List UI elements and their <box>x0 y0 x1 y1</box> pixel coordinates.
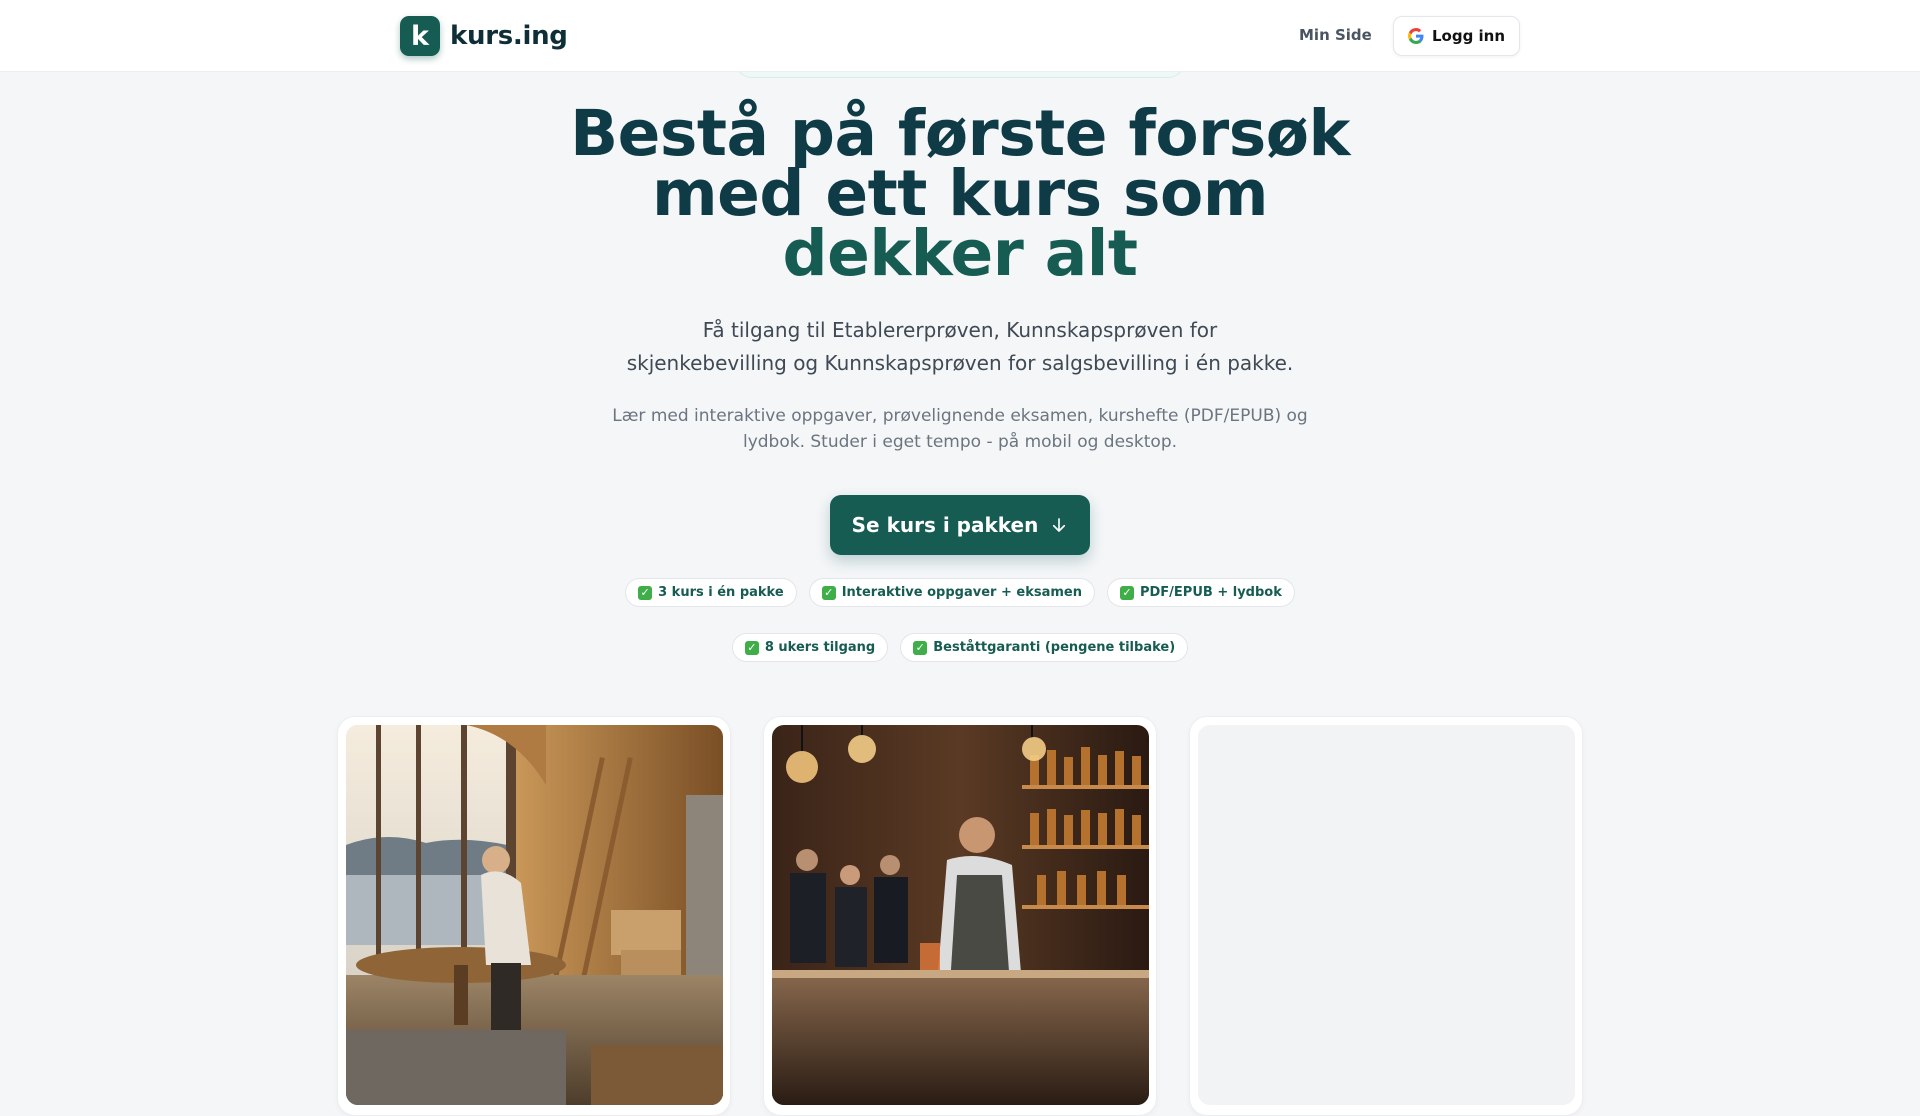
feature-badges: ✓ 3 kurs i én pakke ✓ Interaktive oppgav… <box>560 578 1360 662</box>
feature-badge: ✓ 3 kurs i én pakke <box>625 578 797 607</box>
hero-title-line2: med ett kurs som <box>652 157 1268 230</box>
nav-min-side[interactable]: Min Side <box>1299 26 1372 44</box>
check-icon: ✓ <box>744 640 759 655</box>
course-image-placeholder <box>1198 725 1575 1105</box>
login-button[interactable]: Logg inn <box>1393 16 1520 56</box>
hero-description-line2: lydbok. Studer i eget tempo - på mobil o… <box>742 432 1178 452</box>
site-header: k kurs.ing Min Side Logg inn <box>0 0 1920 72</box>
feature-badge: ✓ 8 ukers tilgang <box>731 633 889 662</box>
badge-label: Interaktive oppgaver + eksamen <box>841 585 1082 600</box>
logo-mark: k <box>400 16 440 56</box>
logo-text: kurs.ing <box>450 21 568 51</box>
hero-subtitle: Få tilgang til Etablererprøven, Kunnskap… <box>610 314 1310 380</box>
course-card-skjenkebevilling[interactable] <box>763 716 1157 1116</box>
check-icon: ✓ <box>821 585 836 600</box>
course-image-bar <box>772 725 1149 1105</box>
check-icon: ✓ <box>913 640 928 655</box>
feature-badge: ✓ Beståttgaranti (pengene tilbake) <box>900 633 1189 662</box>
arrow-down-icon <box>1053 518 1066 532</box>
feature-badge: ✓ PDF/EPUB + lydbok <box>1106 578 1295 607</box>
hero-title: Bestå på første forsøk med ett kurs som … <box>0 97 1920 290</box>
feature-badge: ✓ Interaktive oppgaver + eksamen <box>808 578 1095 607</box>
badge-label: PDF/EPUB + lydbok <box>1139 585 1282 600</box>
hero-title-line3: dekker alt <box>782 217 1138 290</box>
badge-label: 8 ukers tilgang <box>764 640 876 655</box>
hero-description: Lær med interaktive oppgaver, prøveligne… <box>610 403 1310 455</box>
badge-label: 3 kurs i én pakke <box>658 585 784 600</box>
logo[interactable]: k kurs.ing <box>400 16 568 56</box>
course-card-salgsbevilling[interactable] <box>1189 716 1583 1116</box>
check-icon: ✓ <box>1119 585 1134 600</box>
google-icon <box>1407 28 1424 44</box>
hero-subtitle-line2: skjenkebevilling og Kunnskapsprøven for … <box>626 351 1294 375</box>
login-label: Logg inn <box>1431 27 1506 45</box>
course-image-restaurant <box>346 725 723 1105</box>
check-icon: ✓ <box>638 585 653 600</box>
course-card-etablerer[interactable] <box>337 716 731 1116</box>
see-courses-button[interactable]: Se kurs i pakken <box>830 495 1090 555</box>
cta-label: Se kurs i pakken <box>851 513 1039 537</box>
hero-subtitle-line1: Få tilgang til Etablererprøven, Kunnskap… <box>702 318 1218 342</box>
hero-description-line1: Lær med interaktive oppgaver, prøveligne… <box>612 406 1308 426</box>
badge-label: Beståttgaranti (pengene tilbake) <box>933 640 1176 655</box>
hero-title-line1: Bestå på første forsøk <box>570 97 1350 170</box>
